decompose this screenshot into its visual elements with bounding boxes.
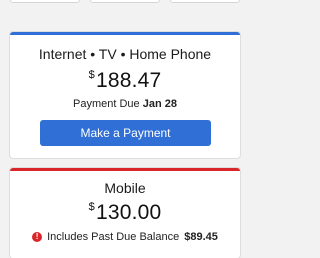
internet-tv-phone-card: Internet • TV • Home Phone $188.47 Payme… [10,32,240,158]
amount-value: 188.47 [95,69,162,92]
past-due-alert: ! Includes Past Due Balance $89.45 [10,231,240,243]
payment-due-date: Jan 28 [142,98,177,110]
payment-due: Payment Due Jan 28 [10,98,240,110]
card-title: Mobile [104,180,146,196]
mobile-card: Mobile $130.00 ! Includes Past Due Balan… [10,168,240,258]
alert-text: Includes Past Due Balance [47,231,180,243]
top-tiles [0,0,250,5]
balance-amount: $130.00 [10,201,240,225]
alert-amount: $89.45 [184,231,218,243]
alert-circle-icon: ! [32,232,43,242]
card-title: Internet • TV • Home Phone [38,46,212,62]
card-accent-bar [10,32,240,35]
top-tile-middle[interactable] [90,0,160,3]
balance-amount: $188.47 [10,69,240,93]
amount-value: 130.00 [95,201,162,224]
currency-symbol: $ [88,69,95,81]
payment-due-label: Payment Due [73,98,140,110]
card-accent-bar [10,168,240,171]
currency-symbol: $ [88,201,95,213]
top-tile-right[interactable] [170,0,240,3]
make-payment-button[interactable]: Make a Payment [40,120,211,146]
top-tile-left[interactable] [10,0,80,3]
